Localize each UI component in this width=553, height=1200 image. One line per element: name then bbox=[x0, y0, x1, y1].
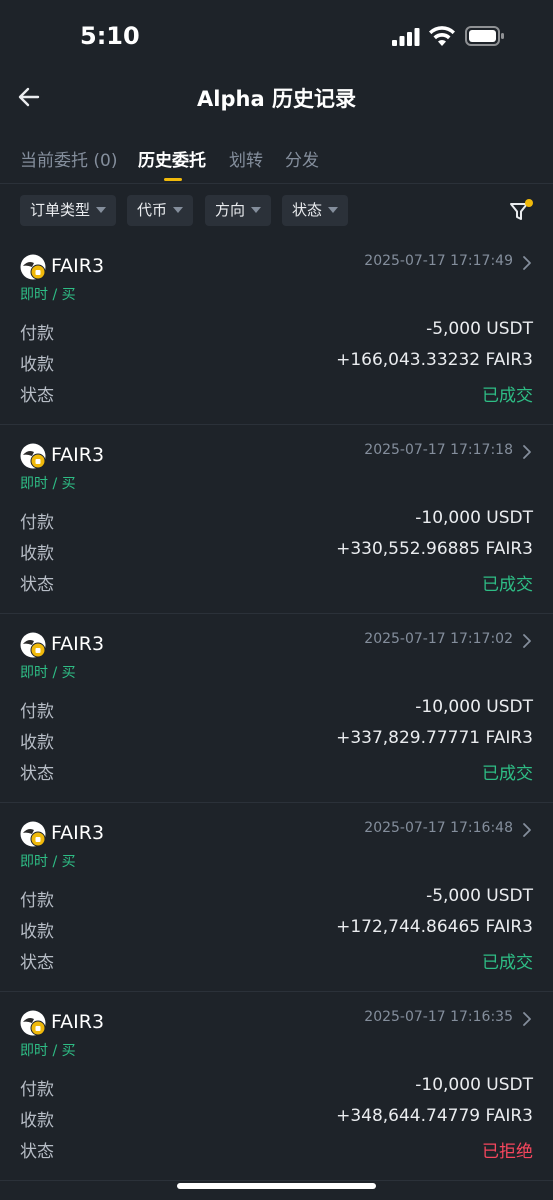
caret-down-icon bbox=[96, 206, 107, 213]
order-time: 2025-07-17 17:17:18 bbox=[364, 442, 513, 458]
filter-label: 订单类型 bbox=[30, 201, 91, 219]
page-title: Alpha 历史记录 bbox=[197, 87, 356, 111]
token-name: FAIR3 bbox=[51, 1011, 105, 1033]
status-value: 已成交 bbox=[482, 953, 533, 973]
filter-order-type[interactable]: 订单类型 bbox=[20, 195, 117, 226]
filter-icon[interactable] bbox=[508, 198, 536, 224]
fair3-token-icon bbox=[20, 443, 46, 469]
tab-current-orders[interactable]: 当前委托 (0) bbox=[20, 146, 117, 171]
fair3-token-icon bbox=[20, 821, 46, 847]
pay-value: -10,000 USDT bbox=[415, 508, 533, 528]
filter-status[interactable]: 状态 bbox=[282, 195, 349, 226]
pay-label: 付款 bbox=[20, 702, 54, 722]
caret-down-icon bbox=[173, 206, 184, 213]
caret-down-icon bbox=[251, 206, 262, 213]
status-value: 已成交 bbox=[482, 764, 533, 784]
caret-down-icon bbox=[328, 206, 339, 213]
receive-value: +337,829.77771 FAIR3 bbox=[336, 728, 533, 748]
order-time: 2025-07-17 17:16:35 bbox=[364, 1009, 513, 1025]
receive-value: +166,043.33232 FAIR3 bbox=[336, 350, 533, 370]
token-name: FAIR3 bbox=[51, 255, 105, 277]
pay-value: -10,000 USDT bbox=[415, 1075, 533, 1095]
order-card-4[interactable]: FAIR3 2025-07-17 17:16:48 即时 / 买 付款 -5,0… bbox=[0, 803, 553, 992]
fair3-token-icon bbox=[20, 1010, 46, 1036]
tab-distribution[interactable]: 分发 bbox=[285, 146, 319, 171]
order-time: 2025-07-17 17:16:48 bbox=[364, 820, 513, 836]
chevron-right-icon[interactable] bbox=[521, 822, 533, 838]
active-tab-indicator bbox=[164, 178, 182, 181]
order-time: 2025-07-17 17:17:49 bbox=[364, 253, 513, 269]
token-name: FAIR3 bbox=[51, 822, 105, 844]
pay-label: 付款 bbox=[20, 1080, 54, 1100]
receive-label: 收款 bbox=[20, 355, 54, 375]
status-time: 5:10 bbox=[80, 22, 140, 50]
token-name: FAIR3 bbox=[51, 633, 105, 655]
order-card-5[interactable]: FAIR3 2025-07-17 17:16:35 即时 / 买 付款 -10,… bbox=[0, 992, 553, 1181]
receive-value: +348,644.74779 FAIR3 bbox=[336, 1106, 533, 1126]
tab-order-history[interactable]: 历史委托 bbox=[138, 146, 206, 171]
status-value: 已成交 bbox=[482, 386, 533, 406]
order-type-side: 即时 / 买 bbox=[20, 287, 76, 303]
status-bar: 5:10 bbox=[0, 0, 553, 72]
cellular-signal-icon bbox=[392, 28, 420, 46]
status-value: 已成交 bbox=[482, 575, 533, 595]
screen: 5:10 Alpha 历史记录 当前委托 (0) 历史委托 划转 分发 订单类型… bbox=[0, 0, 553, 1200]
receive-value: +330,552.96885 FAIR3 bbox=[336, 539, 533, 559]
receive-value: +172,744.86465 FAIR3 bbox=[336, 917, 533, 937]
tab-transfer[interactable]: 划转 bbox=[229, 146, 263, 171]
status-label: 状态 bbox=[20, 1142, 54, 1162]
wifi-icon bbox=[429, 26, 455, 46]
fair3-token-icon bbox=[20, 254, 46, 280]
pay-value: -5,000 USDT bbox=[426, 886, 533, 906]
filter-token[interactable]: 代币 bbox=[127, 195, 194, 226]
filter-label: 代币 bbox=[137, 201, 168, 219]
pay-label: 付款 bbox=[20, 891, 54, 911]
pay-value: -5,000 USDT bbox=[426, 319, 533, 339]
order-type-side: 即时 / 买 bbox=[20, 476, 76, 492]
fair3-token-icon bbox=[20, 632, 46, 658]
order-time: 2025-07-17 17:17:02 bbox=[364, 631, 513, 647]
home-indicator bbox=[177, 1183, 376, 1189]
pay-value: -10,000 USDT bbox=[415, 697, 533, 717]
order-card-1[interactable]: FAIR3 2025-07-17 17:17:49 即时 / 买 付款 -5,0… bbox=[0, 236, 553, 425]
order-card-2[interactable]: FAIR3 2025-07-17 17:17:18 即时 / 买 付款 -10,… bbox=[0, 425, 553, 614]
status-label: 状态 bbox=[20, 764, 54, 784]
order-type-side: 即时 / 买 bbox=[20, 854, 76, 870]
status-value: 已拒绝 bbox=[482, 1142, 533, 1162]
order-type-side: 即时 / 买 bbox=[20, 1043, 76, 1059]
receive-label: 收款 bbox=[20, 922, 54, 942]
pay-label: 付款 bbox=[20, 513, 54, 533]
status-label: 状态 bbox=[20, 575, 54, 595]
status-label: 状态 bbox=[20, 386, 54, 406]
filter-direction[interactable]: 方向 bbox=[205, 195, 272, 226]
receive-label: 收款 bbox=[20, 1111, 54, 1131]
chevron-right-icon[interactable] bbox=[521, 255, 533, 271]
order-card-3[interactable]: FAIR3 2025-07-17 17:17:02 即时 / 买 付款 -10,… bbox=[0, 614, 553, 803]
receive-label: 收款 bbox=[20, 544, 54, 564]
order-list: FAIR3 2025-07-17 17:17:49 即时 / 买 付款 -5,0… bbox=[0, 236, 553, 1181]
chevron-right-icon[interactable] bbox=[521, 633, 533, 649]
filter-label: 状态 bbox=[292, 201, 323, 219]
status-label: 状态 bbox=[20, 953, 54, 973]
chevron-right-icon[interactable] bbox=[521, 1011, 533, 1027]
token-name: FAIR3 bbox=[51, 444, 105, 466]
chevron-right-icon[interactable] bbox=[521, 444, 533, 460]
filter-label: 方向 bbox=[215, 201, 246, 219]
order-type-side: 即时 / 买 bbox=[20, 665, 76, 681]
pay-label: 付款 bbox=[20, 324, 54, 344]
receive-label: 收款 bbox=[20, 733, 54, 753]
battery-icon bbox=[465, 26, 504, 46]
tab-bar: 当前委托 (0) 历史委托 划转 分发 bbox=[0, 142, 553, 184]
